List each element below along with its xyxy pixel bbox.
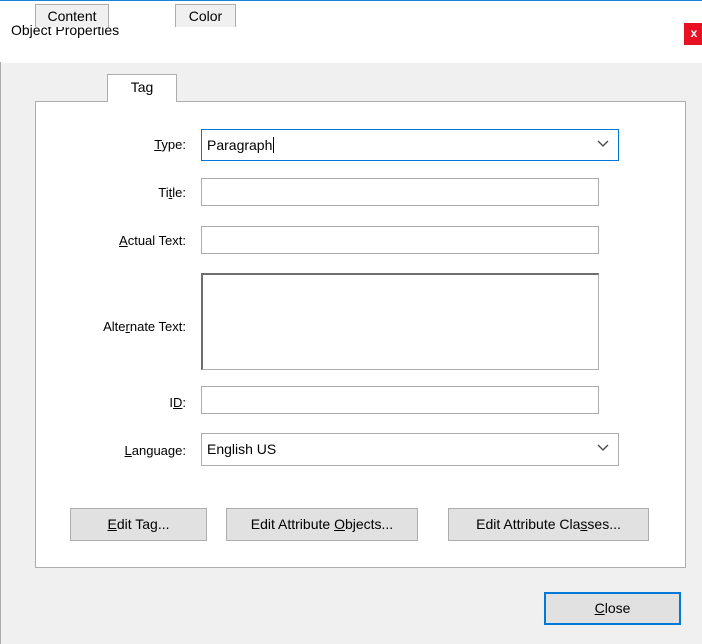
- tab-color[interactable]: Color: [175, 4, 236, 27]
- tab-color-label: Color: [188, 8, 223, 24]
- id-field[interactable]: [201, 386, 599, 414]
- tag-panel: Type: Paragraph Title: Actual Text: Alte…: [35, 101, 686, 568]
- close-button[interactable]: Close: [544, 592, 681, 625]
- language-label: Language:: [124, 443, 186, 458]
- window-border: [0, 62, 1, 644]
- actual-text-label: Actual Text:: [119, 233, 186, 248]
- tab-tag[interactable]: Tag: [107, 74, 177, 102]
- chevron-down-icon: [597, 444, 609, 451]
- tab-tag-label: Tag: [130, 79, 154, 95]
- edit-attribute-objects-button[interactable]: Edit Attribute Objects...: [226, 508, 418, 541]
- close-icon[interactable]: x: [684, 23, 702, 45]
- chevron-down-icon: [597, 140, 609, 147]
- type-select[interactable]: Paragraph: [201, 129, 619, 161]
- edit-tag-button[interactable]: Edit Tag...: [70, 508, 207, 541]
- language-select[interactable]: English US: [201, 433, 619, 466]
- tab-content-label: Content: [47, 8, 97, 24]
- alternate-text-area[interactable]: [201, 273, 599, 370]
- edit-attribute-classes-button[interactable]: Edit Attribute Classes...: [448, 508, 649, 541]
- id-label: ID:: [169, 395, 186, 410]
- actual-text-field[interactable]: [201, 226, 599, 254]
- type-label: Type:: [154, 137, 186, 152]
- title-label: Title:: [158, 185, 186, 200]
- type-value: Paragraph: [207, 137, 275, 153]
- title-field[interactable]: [201, 178, 599, 206]
- alternate-text-label: Alternate Text:: [103, 319, 186, 334]
- tab-content[interactable]: Content: [35, 4, 109, 27]
- language-value: English US: [207, 441, 277, 457]
